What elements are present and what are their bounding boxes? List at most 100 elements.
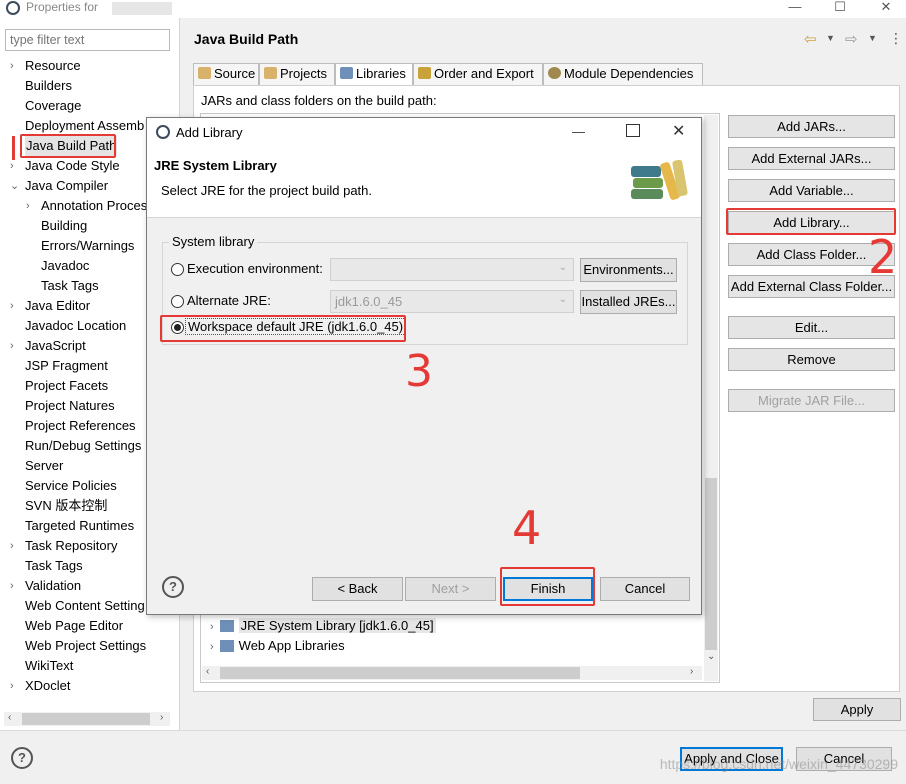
execution-environment-radio[interactable]: [171, 263, 184, 276]
tab-projects[interactable]: Projects: [259, 63, 335, 85]
library-jar-icon: [219, 620, 234, 632]
back-dropdown-icon[interactable]: ▼: [826, 33, 835, 43]
tree-item[interactable]: Coverage: [0, 96, 180, 116]
jars-label: JARs and class folders on the build path…: [201, 93, 437, 108]
dialog-maximize-button[interactable]: [626, 124, 640, 137]
list-item[interactable]: › Web App Libraries: [210, 636, 436, 656]
tree-item[interactable]: Builders: [0, 76, 180, 96]
tree-item[interactable]: WikiText: [0, 656, 180, 676]
side-button-edit[interactable]: Edit...: [728, 316, 895, 339]
forward-arrow-icon[interactable]: ⇨: [845, 30, 858, 48]
tree-item[interactable]: › XDoclet: [0, 676, 180, 696]
list-vscroll-thumb[interactable]: [705, 478, 717, 650]
tab-libraries[interactable]: Libraries: [335, 63, 413, 85]
back-arrow-icon[interactable]: ⇦: [804, 30, 817, 48]
libraries-icon: [340, 67, 353, 79]
chevron-down-icon: ⌄: [558, 262, 567, 273]
chevron-right-icon[interactable]: ›: [10, 56, 20, 76]
tree-item-label: Deployment Assemb: [25, 118, 145, 133]
tree-item-label: Resource: [25, 58, 81, 73]
close-window-button[interactable]: ✕: [876, 0, 896, 16]
alternate-jre-radio[interactable]: [171, 295, 184, 308]
chevron-right-icon[interactable]: ›: [10, 676, 20, 696]
chevron-right-icon[interactable]: ›: [10, 336, 20, 356]
tree-item-label: Task Tags: [41, 278, 99, 293]
highlight-finish: [500, 567, 595, 606]
side-button-remove[interactable]: Remove: [728, 348, 895, 371]
help-icon[interactable]: ?: [11, 747, 33, 769]
dialog-description: Select JRE for the project build path.: [161, 183, 373, 198]
tree-item-label: Project Natures: [25, 398, 115, 413]
eclipse-logo-icon: [6, 1, 20, 15]
scroll-down-icon[interactable]: ⌄: [707, 651, 715, 662]
chevron-right-icon[interactable]: ›: [26, 196, 36, 216]
side-button-add-external-jars[interactable]: Add External JARs...: [728, 147, 895, 170]
scroll-right-icon[interactable]: ›: [160, 712, 163, 723]
expand-arrow-icon[interactable]: ›: [210, 621, 214, 633]
next-button[interactable]: Next >: [405, 577, 496, 601]
dialog-close-button[interactable]: ✕: [672, 121, 685, 141]
scroll-right-icon[interactable]: ›: [690, 666, 693, 677]
execution-environment-combo[interactable]: ⌄: [330, 258, 574, 281]
chevron-right-icon[interactable]: ›: [10, 536, 20, 556]
tree-item-label: Server: [25, 458, 64, 473]
order-export-icon: [418, 67, 431, 79]
scroll-left-icon[interactable]: ‹: [206, 666, 209, 677]
minimize-button[interactable]: —: [785, 0, 805, 16]
tab-source[interactable]: Source: [193, 63, 259, 85]
tab-order-export[interactable]: Order and Export: [413, 63, 543, 85]
alternate-jre-combo[interactable]: jdk1.6.0_45 ⌄: [330, 290, 574, 313]
tree-item-label: Run/Debug Settings: [25, 438, 142, 453]
chevron-down-icon[interactable]: ⌄: [10, 176, 20, 196]
dialog-minimize-button[interactable]: —: [572, 124, 592, 139]
back-button[interactable]: < Back: [312, 577, 403, 601]
tree-item-label: Builders: [25, 78, 72, 93]
filter-input[interactable]: [5, 29, 170, 51]
apply-button[interactable]: Apply: [813, 698, 901, 721]
list-item[interactable]: › JRE System Library [jdk1.6.0_45]: [210, 616, 436, 636]
installed-jres-button[interactable]: Installed JREs...: [580, 290, 677, 314]
dialog-help-icon[interactable]: ?: [162, 576, 184, 598]
source-folder-icon: [198, 67, 211, 79]
tree-item-label: Errors/Warnings: [41, 238, 135, 253]
environments-button[interactable]: Environments...: [580, 258, 677, 282]
tree-item-label: Task Repository: [25, 538, 118, 553]
tree-item[interactable]: › Resource: [0, 56, 180, 76]
side-button-add-variable[interactable]: Add Variable...: [728, 179, 895, 202]
chevron-right-icon[interactable]: ›: [10, 296, 20, 316]
module-icon: [548, 67, 561, 79]
window-title: Properties for: [26, 0, 99, 14]
tree-item-label: Service Policies: [25, 478, 117, 493]
library-books-icon: [631, 156, 691, 212]
tree-item-label: Task Tags: [25, 558, 83, 573]
forward-dropdown-icon[interactable]: ▼: [868, 33, 877, 43]
execution-environment-label: Execution environment:: [187, 261, 323, 276]
list-hscroll-thumb[interactable]: [220, 667, 580, 679]
tree-item-label: Javadoc Location: [25, 318, 127, 333]
tree-item-label: Java Code Style: [25, 158, 120, 173]
view-menu-icon[interactable]: ⋮: [889, 30, 903, 47]
tree-item[interactable]: Web Project Settings: [0, 636, 180, 656]
chevron-right-icon[interactable]: ›: [10, 576, 20, 596]
scroll-left-icon[interactable]: ‹: [8, 712, 11, 723]
page-title: Java Build Path: [194, 31, 299, 47]
step-number-2: 2: [868, 230, 898, 284]
eclipse-logo-icon: [156, 125, 170, 139]
tree-item-label: JavaScript: [25, 338, 86, 353]
side-button-migrate-jar-file[interactable]: Migrate JAR File...: [728, 389, 895, 412]
nav-hscroll-thumb[interactable]: [22, 713, 150, 725]
tree-item[interactable]: Web Page Editor: [0, 616, 180, 636]
dialog-cancel-button[interactable]: Cancel: [600, 577, 690, 601]
expand-arrow-icon[interactable]: ›: [210, 641, 214, 653]
tree-item-label: XDoclet: [25, 678, 71, 693]
tree-item-label: Project References: [25, 418, 136, 433]
tree-item-label: Coverage: [25, 98, 82, 113]
tree-item-label: Javadoc: [41, 258, 90, 273]
side-button-add-jars[interactable]: Add JARs...: [728, 115, 895, 138]
tree-item-label: JSP Fragment: [25, 358, 108, 373]
tree-item-label: SVN 版本控制: [25, 498, 108, 513]
maximize-button[interactable]: ☐: [830, 0, 850, 16]
tab-module-dependencies[interactable]: Module Dependencies: [543, 63, 703, 85]
tree-item-label: Web Project Settings: [25, 638, 147, 653]
tree-item-label: Targeted Runtimes: [25, 518, 135, 533]
